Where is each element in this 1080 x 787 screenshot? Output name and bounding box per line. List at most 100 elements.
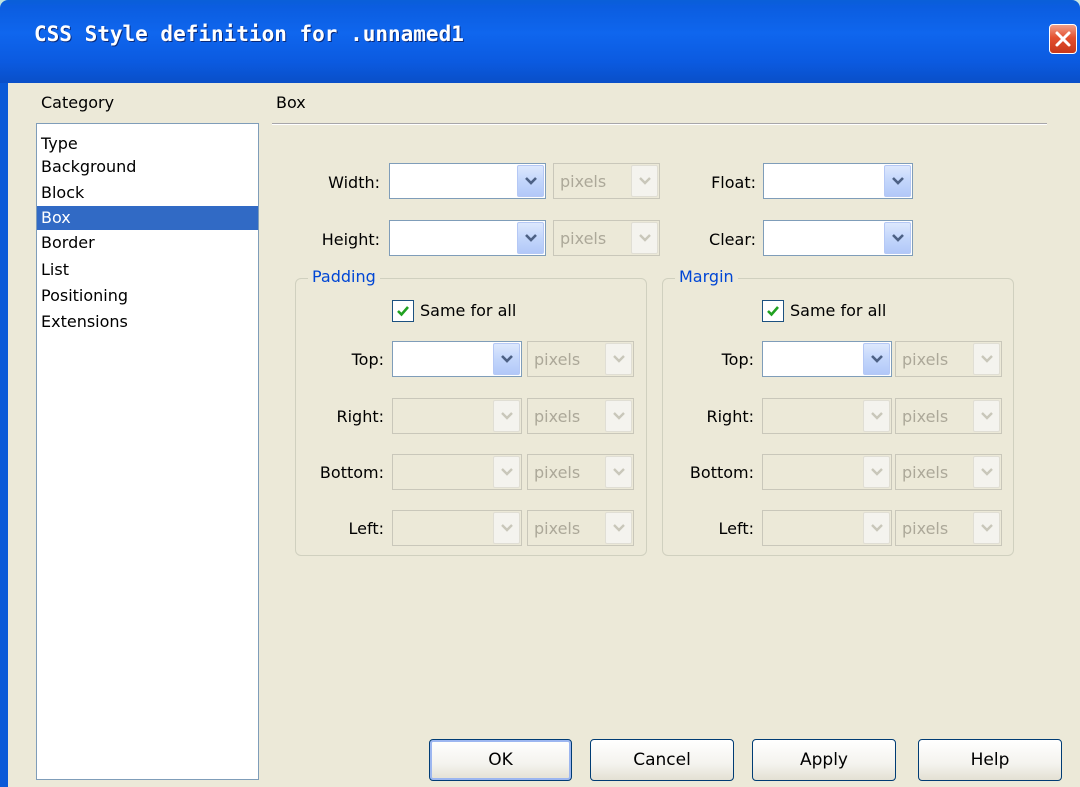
margin-same-label: Same for all [790, 301, 887, 320]
width-unit-select[interactable]: pixels [553, 163, 660, 199]
apply-button[interactable]: Apply [752, 739, 896, 781]
checkmark-icon [767, 306, 779, 317]
category-item-box[interactable]: Box [37, 206, 258, 230]
category-item-background[interactable]: Background [37, 155, 258, 179]
width-label: Width: [328, 173, 380, 192]
padding-top-unit-value: pixels [534, 350, 581, 369]
margin-top-unit-dropdown-button[interactable] [973, 343, 1000, 375]
height-unit-dropdown-button[interactable] [631, 222, 658, 254]
chevron-down-icon [613, 355, 625, 363]
chevron-down-icon [981, 468, 993, 476]
margin-bottom-unit-dropdown-button[interactable] [973, 456, 1000, 488]
margin-bottom-select[interactable] [762, 454, 892, 490]
width-unit-value: pixels [560, 172, 607, 191]
padding-same-label: Same for all [420, 301, 517, 320]
padding-top-unit-select[interactable]: pixels [527, 341, 634, 377]
margin-right-dropdown-button[interactable] [863, 400, 890, 432]
padding-right-unit-dropdown-button[interactable] [605, 400, 632, 432]
window-title: CSS Style definition for .unnamed1 [34, 22, 464, 46]
margin-right-label: Right: [706, 407, 754, 426]
category-item-list[interactable]: List [37, 258, 258, 282]
chevron-down-icon [981, 412, 993, 420]
margin-left-label: Left: [718, 519, 755, 538]
padding-bottom-select[interactable] [392, 454, 522, 490]
margin-left-dropdown-button[interactable] [863, 512, 890, 544]
chevron-down-icon [871, 355, 883, 363]
padding-right-dropdown-button[interactable] [493, 400, 520, 432]
chevron-down-icon [871, 412, 883, 420]
css-style-dialog: CSS Style definition for .unnamed1 Categ… [0, 0, 1080, 787]
category-item-positioning[interactable]: Positioning [37, 284, 258, 308]
padding-left-label: Left: [348, 519, 385, 538]
height-unit-select[interactable]: pixels [553, 220, 660, 256]
height-select[interactable] [389, 220, 546, 256]
margin-left-select[interactable] [762, 510, 892, 546]
margin-top-unit-select[interactable]: pixels [895, 341, 1002, 377]
category-item-border[interactable]: Border [37, 231, 258, 255]
float-label: Float: [711, 173, 756, 192]
chevron-down-icon [501, 355, 513, 363]
cancel-button[interactable]: Cancel [590, 739, 734, 781]
margin-top-dropdown-button[interactable] [863, 343, 890, 375]
margin-top-select[interactable] [762, 341, 892, 377]
padding-bottom-unit-dropdown-button[interactable] [605, 456, 632, 488]
height-dropdown-button[interactable] [517, 222, 544, 254]
padding-right-unit-select[interactable]: pixels [527, 398, 634, 434]
float-select[interactable] [763, 163, 913, 199]
margin-right-unit-value: pixels [902, 407, 949, 426]
padding-bottom-dropdown-button[interactable] [493, 456, 520, 488]
margin-right-unit-select[interactable]: pixels [895, 398, 1002, 434]
title-bar[interactable]: CSS Style definition for .unnamed1 [0, 0, 1080, 83]
chevron-down-icon [613, 412, 625, 420]
padding-right-unit-value: pixels [534, 407, 581, 426]
margin-right-unit-dropdown-button[interactable] [973, 400, 1000, 432]
padding-bottom-label: Bottom: [319, 463, 384, 482]
padding-right-select[interactable] [392, 398, 522, 434]
chevron-down-icon [525, 234, 537, 242]
margin-same-checkbox[interactable] [762, 300, 784, 322]
margin-bottom-unit-select[interactable]: pixels [895, 454, 1002, 490]
clear-dropdown-button[interactable] [884, 222, 911, 254]
padding-group-title: Padding [308, 267, 380, 286]
padding-left-select[interactable] [392, 510, 522, 546]
close-button[interactable] [1049, 24, 1077, 54]
padding-left-unit-dropdown-button[interactable] [605, 512, 632, 544]
padding-top-select[interactable] [392, 341, 522, 377]
padding-same-checkbox[interactable] [392, 300, 414, 322]
margin-bottom-unit-value: pixels [902, 463, 949, 482]
clear-select[interactable] [763, 220, 913, 256]
padding-left-dropdown-button[interactable] [493, 512, 520, 544]
chevron-down-icon [501, 412, 513, 420]
chevron-down-icon [871, 468, 883, 476]
padding-top-dropdown-button[interactable] [493, 343, 520, 375]
width-select[interactable] [389, 163, 546, 199]
clear-label: Clear: [709, 230, 756, 249]
ok-button[interactable]: OK [429, 739, 572, 781]
category-list[interactable]: Type Background Block Box Border List Po… [36, 123, 259, 780]
chevron-down-icon [639, 234, 651, 242]
category-item-block[interactable]: Block [37, 181, 258, 205]
category-item-extensions[interactable]: Extensions [37, 310, 258, 334]
height-unit-value: pixels [560, 229, 607, 248]
width-dropdown-button[interactable] [517, 165, 544, 197]
padding-top-label: Top: [351, 350, 384, 369]
close-icon [1055, 31, 1071, 47]
chevron-down-icon [501, 524, 513, 532]
margin-left-unit-dropdown-button[interactable] [973, 512, 1000, 544]
margin-bottom-dropdown-button[interactable] [863, 456, 890, 488]
padding-bottom-unit-select[interactable]: pixels [527, 454, 634, 490]
chevron-down-icon [639, 177, 651, 185]
margin-right-select[interactable] [762, 398, 892, 434]
float-dropdown-button[interactable] [884, 165, 911, 197]
margin-left-unit-value: pixels [902, 519, 949, 538]
padding-top-unit-dropdown-button[interactable] [605, 343, 632, 375]
checkmark-icon [397, 306, 409, 317]
padding-left-unit-select[interactable]: pixels [527, 510, 634, 546]
width-unit-dropdown-button[interactable] [631, 165, 658, 197]
help-button[interactable]: Help [918, 739, 1062, 781]
chevron-down-icon [892, 234, 904, 242]
margin-left-unit-select[interactable]: pixels [895, 510, 1002, 546]
category-item-type[interactable]: Type [37, 132, 258, 156]
margin-group-title: Margin [675, 267, 738, 286]
category-label: Category [41, 93, 115, 112]
